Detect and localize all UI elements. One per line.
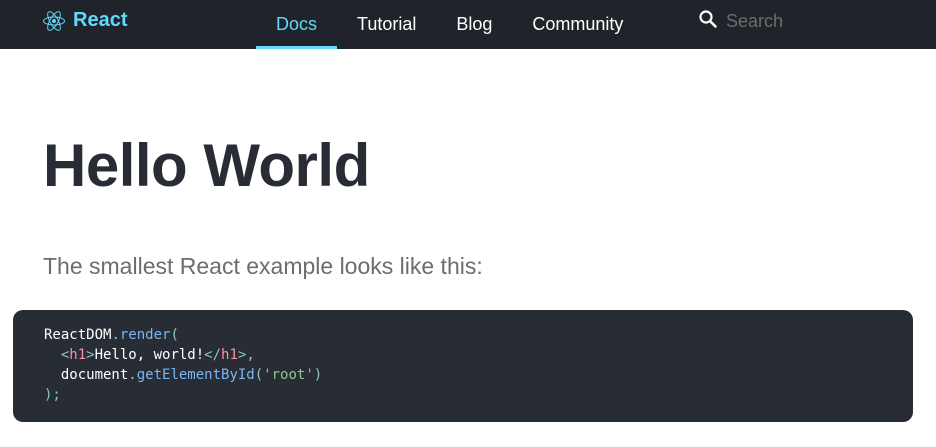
- nav-item-community[interactable]: Community: [512, 0, 643, 49]
- nav-item-blog[interactable]: Blog: [436, 0, 512, 49]
- code-token: >: [86, 347, 95, 363]
- code-token: document: [60, 367, 129, 383]
- code-token: h1: [221, 347, 238, 363]
- code-token: 'root': [263, 367, 314, 383]
- code-block: ReactDOM.render( <h1>Hello, world!</h1>,…: [13, 310, 913, 422]
- code-token: Hello, world!: [94, 347, 205, 363]
- code-line-3: document.getElementById('root'): [44, 367, 322, 383]
- top-navbar: React Docs Tutorial Blog Community: [0, 0, 936, 49]
- code-token: (: [170, 327, 179, 343]
- nav-item-tutorial[interactable]: Tutorial: [337, 0, 436, 49]
- search-input[interactable]: [726, 10, 876, 32]
- code-token: );: [44, 387, 61, 403]
- react-logo-icon: [43, 10, 65, 32]
- page-title: Hello World: [43, 132, 370, 199]
- code-token: getElementById: [136, 367, 255, 383]
- code-token: ,: [246, 347, 255, 363]
- nav-item-docs[interactable]: Docs: [256, 0, 338, 49]
- code-snippet: ReactDOM.render( <h1>Hello, world!</h1>,…: [44, 325, 882, 405]
- intro-text: The smallest React example looks like th…: [43, 253, 483, 279]
- code-token: .: [111, 327, 120, 343]
- code-token: (: [254, 367, 264, 383]
- code-token: ReactDOM: [44, 327, 112, 343]
- code-line-1: ReactDOM.render(: [44, 327, 179, 343]
- search-icon[interactable]: [698, 9, 718, 34]
- main-nav: Docs Tutorial Blog Community: [256, 0, 643, 49]
- code-token: .: [128, 367, 137, 383]
- code-token: </: [204, 347, 222, 363]
- code-token: render: [119, 327, 171, 343]
- code-token: h1: [69, 347, 87, 363]
- code-line-4: );: [44, 387, 61, 403]
- brand-name: React: [73, 9, 128, 31]
- code-token: ): [313, 367, 323, 383]
- brand-link[interactable]: React: [43, 0, 127, 41]
- search-bar: [698, 8, 876, 34]
- code-line-2: <h1>Hello, world!</h1>,: [44, 347, 255, 363]
